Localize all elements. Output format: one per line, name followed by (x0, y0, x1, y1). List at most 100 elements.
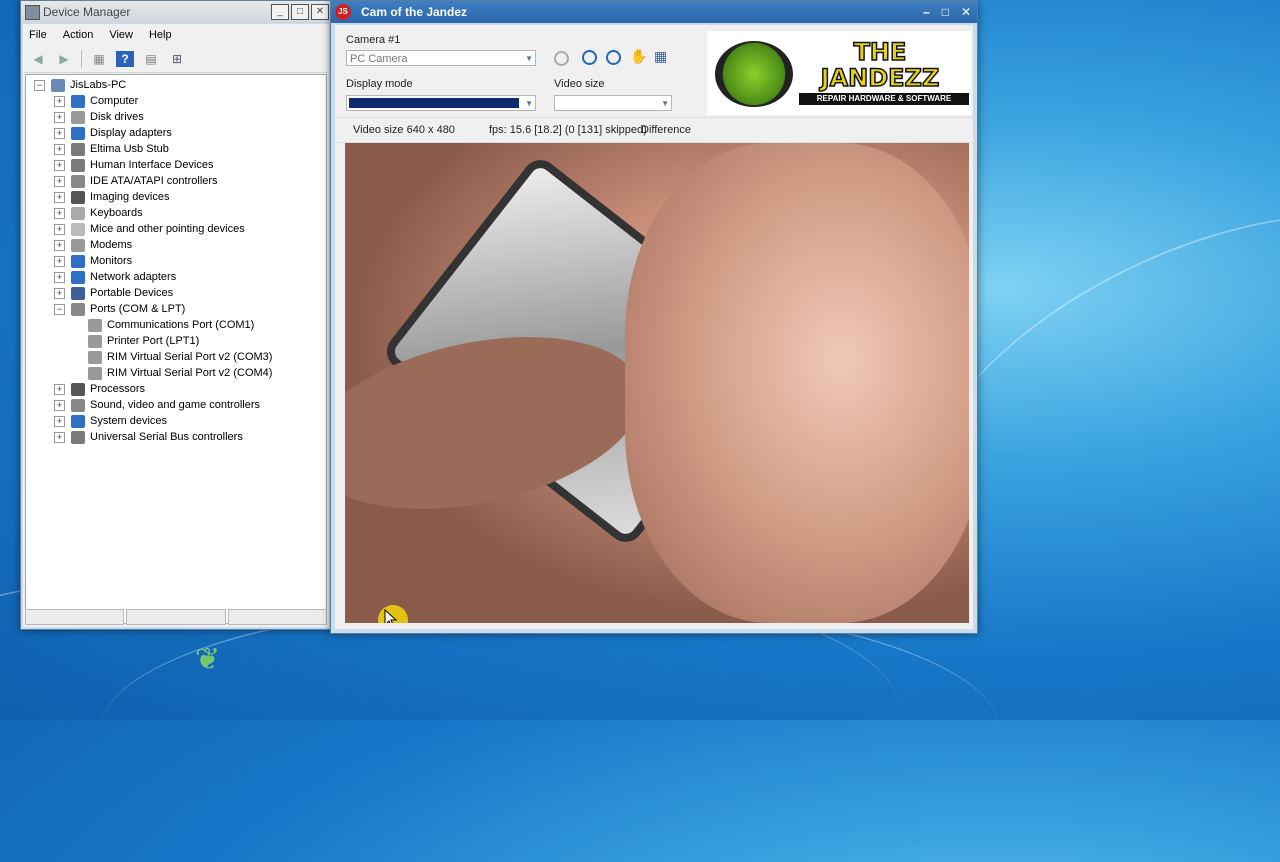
tree-item-label: Eltima Usb Stub (90, 143, 169, 155)
collapse-icon[interactable]: − (34, 79, 45, 91)
tree-category[interactable]: + Human Interface Devices (54, 157, 214, 173)
tree-item-label: Sound, video and game controllers (90, 399, 260, 411)
tree-category[interactable]: + Eltima Usb Stub (54, 141, 169, 157)
menu-view[interactable]: View (109, 29, 133, 41)
tree-category[interactable]: + IDE ATA/ATAPI controllers (54, 173, 218, 189)
toolbar: ◀ ▶ ▦ ? ▤ ⊞ (23, 46, 329, 73)
snapshot-hand-icon[interactable]: ✋ (630, 48, 647, 65)
expand-icon[interactable]: + (54, 159, 65, 171)
camera-window: JS Cam of the Jandez – □ ✕ Camera #1 PC … (330, 0, 978, 634)
device-manager-window: Device Manager _ □ ✕ File Action View He… (20, 0, 332, 630)
expand-icon[interactable]: + (54, 383, 65, 395)
tree-item-label: Printer Port (LPT1) (107, 335, 200, 347)
menu-action[interactable]: Action (63, 29, 94, 41)
modem-icon (71, 238, 85, 252)
tree-category[interactable]: + Computer (54, 93, 138, 109)
properties-icon[interactable]: ▦ (90, 51, 108, 67)
maximize-button[interactable]: □ (942, 1, 949, 23)
expand-icon[interactable]: + (54, 95, 65, 107)
network-adapter-icon (71, 270, 85, 284)
back-icon[interactable]: ◀ (29, 51, 47, 67)
play-icon[interactable] (554, 51, 569, 69)
display-mode-select[interactable]: ▼ (346, 95, 536, 111)
close-button[interactable]: ✕ (961, 1, 971, 23)
chevron-down-icon: ▼ (525, 54, 533, 63)
camera-preview[interactable] (345, 143, 969, 623)
expand-icon[interactable]: + (54, 111, 65, 123)
computer-icon (71, 94, 85, 108)
keyboard-icon (71, 206, 85, 220)
status-line: Video size 640 x 480 fps: 15.6 [18.2] (0… (335, 117, 973, 143)
tree-category[interactable]: + Modems (54, 237, 132, 253)
device-manager-icon (25, 5, 40, 20)
expand-icon[interactable]: + (54, 255, 65, 267)
tree-item-label: Modems (90, 239, 133, 251)
menu-file[interactable]: File (29, 29, 47, 41)
tree-category[interactable]: + Processors (54, 381, 145, 397)
chevron-down-icon: ▼ (661, 99, 669, 108)
help-icon[interactable]: ? (116, 51, 134, 67)
tree-category[interactable]: + Monitors (54, 253, 132, 269)
android-mascot-icon (715, 41, 793, 107)
speaker-icon (71, 398, 85, 412)
expand-icon[interactable]: + (54, 191, 65, 203)
tree-category[interactable]: + Sound, video and game controllers (54, 397, 260, 413)
close-button[interactable]: ✕ (311, 4, 329, 20)
tree-category[interactable]: + Keyboards (54, 205, 143, 221)
display-mode-status: Difference (641, 124, 691, 136)
expand-icon[interactable]: + (54, 127, 65, 139)
tree-root[interactable]: − JisLabs-PC (34, 77, 126, 93)
tree-category[interactable]: + Universal Serial Bus controllers (54, 429, 243, 445)
grid-settings-icon[interactable]: ▦ (654, 48, 667, 65)
pause-icon[interactable] (582, 50, 597, 65)
device-manager-titlebar[interactable]: Device Manager _ □ ✕ (21, 1, 331, 23)
video-size-select[interactable]: ▼ (554, 95, 672, 111)
expand-icon[interactable]: + (54, 415, 65, 427)
expand-icon[interactable]: + (54, 143, 65, 155)
expand-icon[interactable]: + (54, 431, 65, 443)
expand-icon[interactable]: + (54, 175, 65, 187)
minimize-button[interactable]: – (923, 1, 930, 23)
tree-category[interactable]: − Ports (COM & LPT) (54, 301, 185, 317)
expand-icon[interactable]: + (54, 271, 65, 283)
expand-icon[interactable]: + (54, 399, 65, 411)
tree-item-label: JisLabs-PC (70, 79, 127, 91)
tree-category[interactable]: + System devices (54, 413, 167, 429)
tree-item-label: Monitors (90, 255, 133, 267)
expand-icon[interactable]: + (54, 239, 65, 251)
video-size-status: Video size 640 x 480 (353, 124, 455, 136)
tree-item-label: Processors (90, 383, 146, 395)
tree-item-label: Keyboards (90, 207, 143, 219)
tree-device[interactable]: RIM Virtual Serial Port v2 (COM3) (88, 349, 272, 365)
collapse-icon[interactable]: − (54, 303, 65, 315)
minimize-button[interactable]: _ (271, 4, 289, 20)
tree-category[interactable]: + Disk drives (54, 109, 144, 125)
tree-category[interactable]: + Mice and other pointing devices (54, 221, 245, 237)
expand-icon[interactable]: + (54, 223, 65, 235)
tree-category[interactable]: + Portable Devices (54, 285, 173, 301)
tree-category[interactable]: + Display adapters (54, 125, 172, 141)
device-tree: − JisLabs-PC + Computer + Disk drives + Display… (25, 74, 327, 624)
processor-icon (71, 382, 85, 396)
stop-icon[interactable] (606, 50, 621, 65)
tree-device[interactable]: RIM Virtual Serial Port v2 (COM4) (88, 365, 272, 381)
tree-device[interactable]: Printer Port (LPT1) (88, 333, 199, 349)
view-icon[interactable]: ▤ (142, 51, 160, 67)
tree-category[interactable]: + Imaging devices (54, 189, 170, 205)
mouse-icon (71, 222, 85, 236)
tree-item-label: Mice and other pointing devices (90, 223, 245, 235)
forward-icon[interactable]: ▶ (55, 51, 73, 67)
hand-shape (625, 143, 969, 623)
tree-category[interactable]: + Network adapters (54, 269, 176, 285)
port-icon (88, 334, 102, 348)
scan-hardware-icon[interactable]: ⊞ (168, 51, 186, 67)
camera-select[interactable]: PC Camera ▼ (346, 50, 536, 66)
tree-device[interactable]: Communications Port (COM1) (88, 317, 254, 333)
maximize-button[interactable]: □ (291, 4, 309, 20)
menu-help[interactable]: Help (149, 29, 172, 41)
tree-item-label: Human Interface Devices (90, 159, 214, 171)
expand-icon[interactable]: + (54, 207, 65, 219)
camera-titlebar[interactable]: JS Cam of the Jandez – □ ✕ (331, 1, 977, 23)
expand-icon[interactable]: + (54, 287, 65, 299)
camera-label: Camera #1 (346, 34, 401, 46)
